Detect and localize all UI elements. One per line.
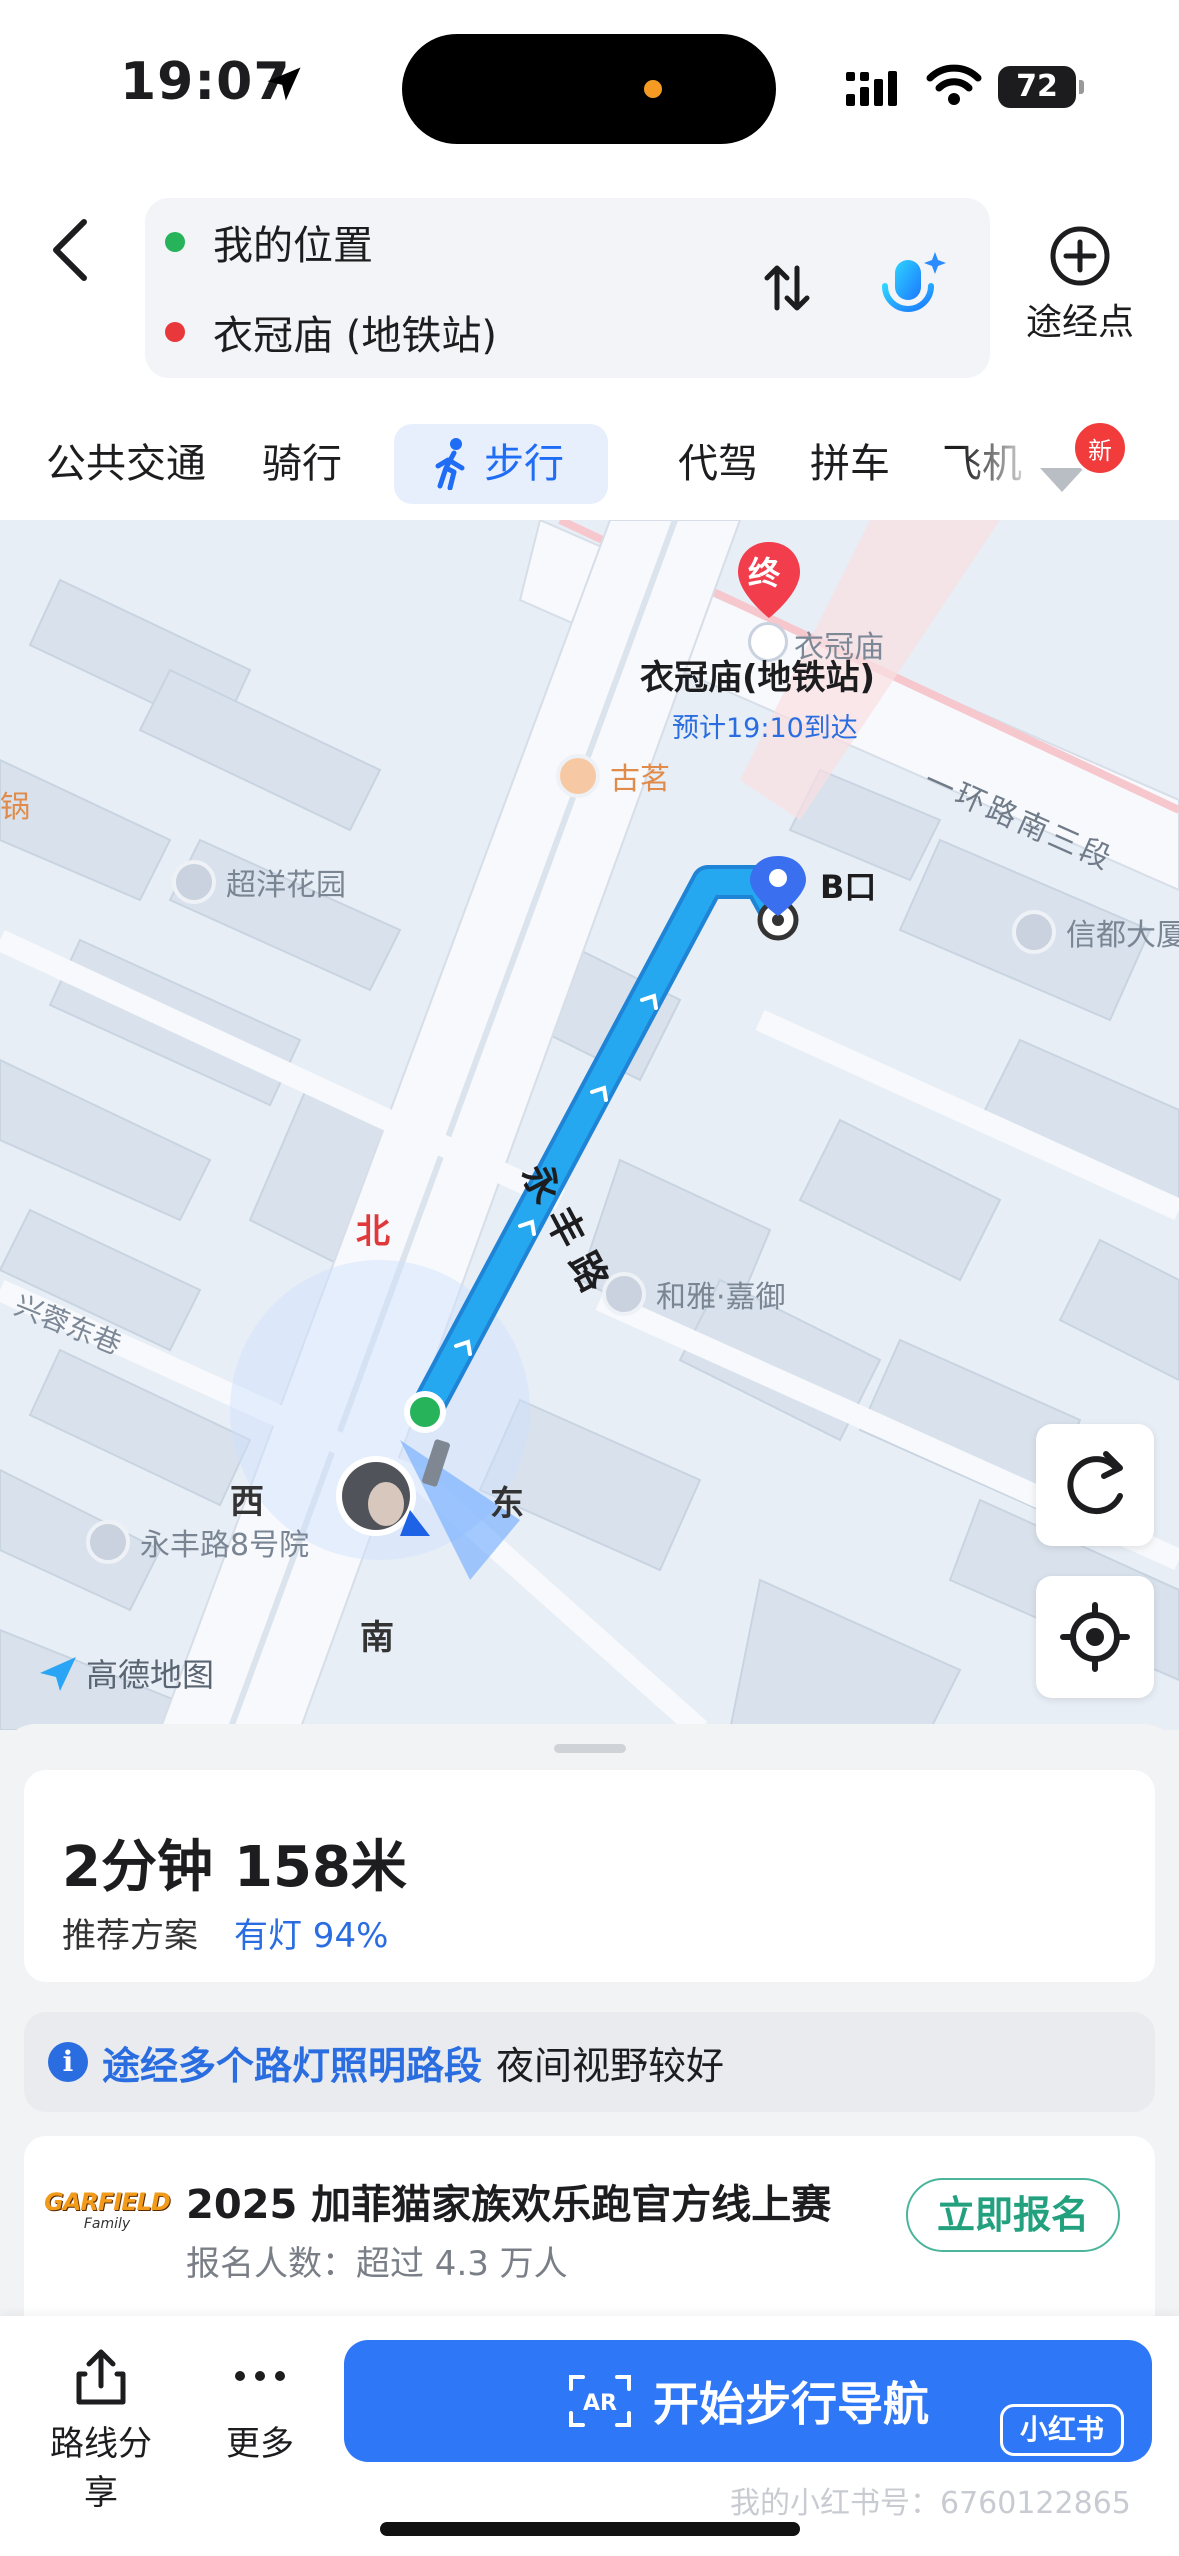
locate-crosshair-icon <box>1060 1602 1130 1672</box>
location-arrow-icon <box>267 67 301 101</box>
origin-dot <box>165 232 185 252</box>
more-button[interactable]: 更多 <box>210 2346 310 2465</box>
register-button[interactable]: 立即报名 <box>906 2178 1120 2252</box>
add-waypoint-button[interactable]: 途经点 <box>1010 225 1150 345</box>
privacy-indicator-dot <box>644 80 662 98</box>
promo-title: 2025 加菲猫家族欢乐跑官方线上赛 <box>186 2182 832 2228</box>
more-modes-chevron-icon[interactable] <box>1040 468 1084 492</box>
eta-label: 预计19:10到达 <box>672 713 858 744</box>
compass-north: 北 <box>356 1212 390 1252</box>
battery-indicator: 72 <box>998 66 1084 108</box>
cellular-signal-icon <box>846 71 897 106</box>
swap-arrows-icon[interactable] <box>757 258 817 318</box>
home-indicator[interactable] <box>380 2522 800 2536</box>
origin-field[interactable]: 我的位置 <box>165 212 373 272</box>
residence-icon <box>172 860 216 904</box>
share-label: 路线分享 <box>50 2424 152 2513</box>
tab-carpool[interactable]: 拼车 <box>810 424 890 504</box>
lighting-info-banner: i 途经多个路灯照明路段 夜间视野较好 <box>24 2012 1155 2112</box>
refresh-icon <box>1067 1451 1123 1515</box>
more-dots-icon <box>235 2371 285 2381</box>
start-label: 开始步行导航 <box>653 2377 929 2431</box>
share-route-button[interactable]: 路线分享 <box>36 2346 166 2514</box>
poi-chaoyang-garden[interactable]: 超洋花园 <box>172 860 346 904</box>
info-text: 夜间视野较好 <box>496 2043 725 2088</box>
sheet-drag-handle[interactable] <box>554 1744 626 1753</box>
poi-yongfeng-label: 永丰路8号院 <box>140 1528 310 1563</box>
voice-mic-icon[interactable] <box>875 246 951 326</box>
tab-cycling[interactable]: 骑行 <box>262 424 342 504</box>
new-badge: 新 <box>1072 420 1128 476</box>
route-summary-card[interactable]: 2分钟 158米 推荐方案 有灯 94% <box>24 1770 1155 1982</box>
map-view[interactable]: 终 衣冠庙 衣冠庙(地铁站) 预计19:10到达 B口 永丰路 一环路南三段 兴… <box>0 520 1179 1730</box>
partial-poi-label: 锅 <box>0 790 30 825</box>
xiaohongshu-watermark-logo: 小红书 <box>1000 2404 1124 2456</box>
locate-me-button[interactable] <box>1036 1576 1154 1698</box>
poi-chaoyang-label: 超洋花园 <box>226 868 346 903</box>
promo-card[interactable]: GARFIELD Family 2025 加菲猫家族欢乐跑官方线上赛 报名人数：… <box>24 2136 1155 2336</box>
tab-walking-label: 步行 <box>484 441 564 487</box>
svg-text:AR: AR <box>583 2391 617 2416</box>
share-icon <box>76 2349 126 2405</box>
poi-xindu[interactable]: 信都大厦 <box>1012 910 1179 954</box>
app-screen: 19:07 72 我的位置 衣冠庙 (地铁站) 途经点 公共交通 骑行 步行 代… <box>0 0 1179 2556</box>
poi-yongfeng-8[interactable]: 永丰路8号院 <box>86 1520 309 1564</box>
tabs-fade-overlay <box>960 410 1040 510</box>
garfield-logo-sub: Family <box>83 2216 131 2232</box>
lights-label: 有灯 94% <box>234 1916 389 1956</box>
duration-value: 2分钟 <box>62 1835 213 1900</box>
compass-west: 西 <box>230 1482 264 1522</box>
destination-title[interactable]: 衣冠庙(地铁站) <box>640 650 875 699</box>
ar-icon: AR <box>569 2375 631 2427</box>
destination-pin-label: 终 <box>748 554 781 592</box>
amap-logo-icon <box>40 1657 76 1691</box>
wifi-icon <box>926 64 982 105</box>
garfield-logo-text: GARFIELD <box>44 2188 171 2216</box>
more-label: 更多 <box>226 2424 294 2464</box>
poi-guming[interactable]: 古茗 <box>556 754 670 798</box>
residence-icon <box>602 1272 646 1316</box>
route-header: 我的位置 衣冠庙 (地铁站) 途经点 公共交通 骑行 步行 代驾 拼车 新 <box>0 170 1179 520</box>
amap-logo: 高德地图 <box>36 1650 214 1696</box>
poi-guming-label: 古茗 <box>610 762 670 797</box>
promo-subtitle: 报名人数：超过 4.3 万人 <box>186 2244 568 2284</box>
destination-dot <box>165 322 185 342</box>
info-icon: i <box>48 2042 88 2082</box>
residence-icon <box>86 1520 130 1564</box>
via-label: 途经点 <box>1025 302 1134 343</box>
tab-chauffeur[interactable]: 代驾 <box>678 424 758 504</box>
poi-xindu-label: 信都大厦 <box>1066 918 1179 953</box>
poi-heya[interactable]: 和雅·嘉御 <box>602 1272 786 1316</box>
origin-label: 我的位置 <box>213 223 373 269</box>
building-icon <box>1012 910 1056 954</box>
distance-value: 158米 <box>234 1835 407 1900</box>
amap-logo-text: 高德地图 <box>86 1656 215 1694</box>
travel-mode-tabs: 公共交通 骑行 步行 代驾 拼车 飞机 新 <box>0 410 1179 510</box>
destination-field[interactable]: 衣冠庙 (地铁站) <box>165 302 497 362</box>
status-bar: 19:07 72 <box>0 0 1179 170</box>
route-input-box: 我的位置 衣冠庙 (地铁站) <box>145 198 990 378</box>
destination-label: 衣冠庙 (地铁站) <box>213 313 497 359</box>
plan-label: 推荐方案 <box>62 1916 198 1956</box>
poi-heya-label: 和雅·嘉御 <box>656 1280 786 1315</box>
compass-east: 东 <box>490 1484 524 1524</box>
garfield-logo: GARFIELD Family <box>44 2188 171 2232</box>
exit-label: B口 <box>820 868 877 906</box>
bottom-action-bar: 路线分享 更多 AR 开始步行导航 小红书 我的小红书号：6760122865 <box>0 2316 1179 2556</box>
watermark-text: 我的小红书号：6760122865 <box>730 2486 1131 2521</box>
walking-person-icon <box>435 438 465 490</box>
back-arrow-icon[interactable] <box>40 210 100 290</box>
info-highlight: 途经多个路灯照明路段 <box>102 2043 483 2088</box>
tab-public-transit[interactable]: 公共交通 <box>46 424 206 504</box>
cafe-icon <box>556 754 600 798</box>
dynamic-island <box>402 34 776 144</box>
plus-circle-icon <box>1050 226 1110 286</box>
tab-walking[interactable]: 步行 <box>394 424 608 504</box>
compass-south: 南 <box>360 1618 394 1658</box>
refresh-button[interactable] <box>1036 1424 1154 1546</box>
